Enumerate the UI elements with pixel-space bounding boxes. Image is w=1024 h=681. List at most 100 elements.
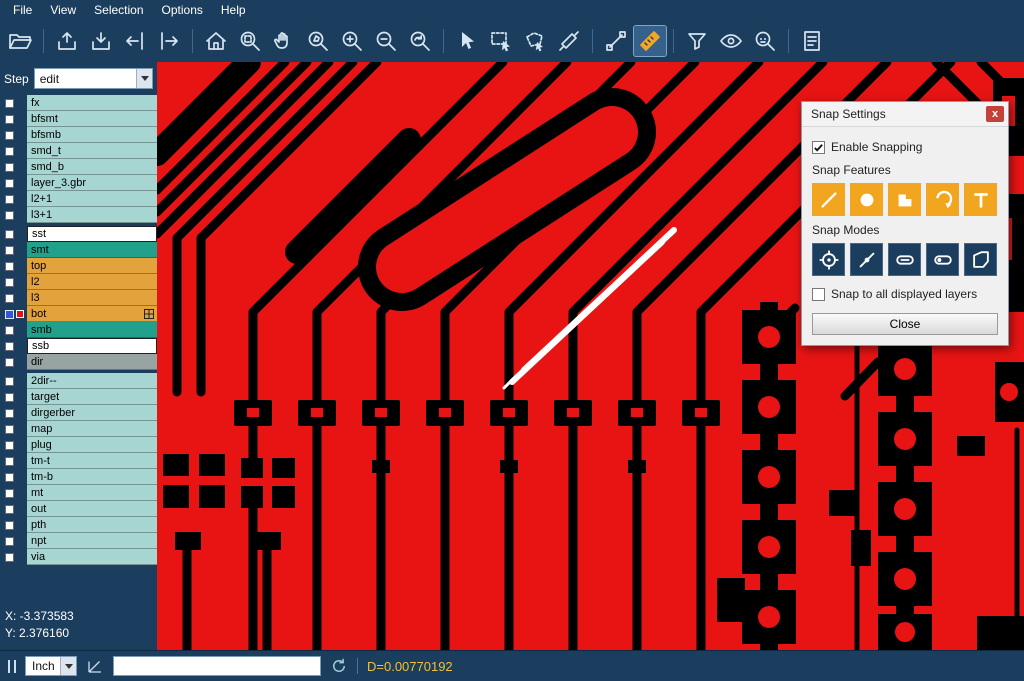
layer-row-bfsmb[interactable]: bfsmb bbox=[0, 127, 157, 143]
layer-row-l3+1[interactable]: l3+1 bbox=[0, 207, 157, 223]
layer-visibility-checkbox[interactable] bbox=[5, 262, 14, 271]
layer-row-ssb[interactable]: ssb bbox=[0, 338, 157, 354]
layer-visibility-checkbox[interactable] bbox=[5, 521, 14, 530]
step-select-caret[interactable] bbox=[136, 69, 152, 88]
net-search-icon[interactable] bbox=[749, 26, 781, 56]
layer-visibility-checkbox[interactable] bbox=[5, 358, 14, 367]
layer-row-bfsmt[interactable]: bfsmt bbox=[0, 111, 157, 127]
menu-item-view[interactable]: View bbox=[41, 1, 85, 19]
draw-line-icon[interactable] bbox=[600, 26, 632, 56]
zoom-in-icon[interactable] bbox=[336, 26, 368, 56]
layer-row-bot[interactable]: bot bbox=[0, 306, 157, 322]
layer-row-dirgerber[interactable]: dirgerber bbox=[0, 405, 157, 421]
layer-row-pth[interactable]: pth bbox=[0, 517, 157, 533]
select-rectangle-icon[interactable] bbox=[485, 26, 517, 56]
zoom-window-icon[interactable] bbox=[234, 26, 266, 56]
layer-row-npt[interactable]: npt bbox=[0, 533, 157, 549]
command-input[interactable] bbox=[113, 656, 321, 676]
layer-row-layer_3.gbr[interactable]: layer_3.gbr bbox=[0, 175, 157, 191]
layer-visibility-checkbox[interactable] bbox=[5, 115, 14, 124]
layer-row-smt[interactable]: smt bbox=[0, 242, 157, 258]
insert-file-icon[interactable] bbox=[85, 26, 117, 56]
layer-row-smd_b[interactable]: smd_b bbox=[0, 159, 157, 175]
snap-center-icon[interactable] bbox=[812, 243, 845, 276]
layer-row-sst[interactable]: sst bbox=[0, 226, 157, 242]
layer-color-swatch[interactable] bbox=[16, 310, 24, 318]
snap-all-layers-row[interactable]: Snap to all displayed layers bbox=[812, 287, 998, 301]
import-file-icon[interactable] bbox=[51, 26, 83, 56]
layer-row-top[interactable]: top bbox=[0, 258, 157, 274]
refresh-icon[interactable] bbox=[330, 657, 348, 675]
snap-surface-icon[interactable] bbox=[888, 183, 921, 216]
menu-item-options[interactable]: Options bbox=[153, 1, 212, 19]
move-left-icon[interactable] bbox=[119, 26, 151, 56]
layer-visibility-checkbox[interactable] bbox=[5, 195, 14, 204]
layer-row-l3[interactable]: l3 bbox=[0, 290, 157, 306]
layer-row-via[interactable]: via bbox=[0, 549, 157, 565]
snap-key-icon[interactable] bbox=[926, 243, 959, 276]
unit-select[interactable]: Inch bbox=[25, 656, 77, 676]
layer-row-map[interactable]: map bbox=[0, 421, 157, 437]
layer-visibility-checkbox[interactable] bbox=[5, 310, 14, 319]
measure-ruler-icon[interactable] bbox=[634, 26, 666, 56]
layer-visibility-checkbox[interactable] bbox=[5, 278, 14, 287]
menu-item-help[interactable]: Help bbox=[212, 1, 255, 19]
measure-diagonal-icon[interactable] bbox=[553, 26, 585, 56]
layer-row-out[interactable]: out bbox=[0, 501, 157, 517]
layer-visibility-checkbox[interactable] bbox=[5, 425, 14, 434]
layer-row-tm-t[interactable]: tm-t bbox=[0, 453, 157, 469]
layer-visibility-checkbox[interactable] bbox=[5, 473, 14, 482]
zoom-previous-icon[interactable] bbox=[404, 26, 436, 56]
layer-row-l2[interactable]: l2 bbox=[0, 274, 157, 290]
pcb-canvas[interactable]: Snap Settings x Enable Snapping Snap Fea… bbox=[157, 62, 1024, 650]
enable-snapping-row[interactable]: Enable Snapping bbox=[812, 140, 998, 154]
snap-dialog-titlebar[interactable]: Snap Settings x bbox=[802, 102, 1008, 127]
move-right-icon[interactable] bbox=[153, 26, 185, 56]
menu-item-selection[interactable]: Selection bbox=[85, 1, 152, 19]
unit-select-caret[interactable] bbox=[60, 657, 76, 675]
layer-visibility-checkbox[interactable] bbox=[5, 99, 14, 108]
layer-visibility-checkbox[interactable] bbox=[5, 409, 14, 418]
enable-snapping-checkbox[interactable] bbox=[812, 141, 825, 154]
layer-visibility-checkbox[interactable] bbox=[5, 294, 14, 303]
filter-icon[interactable] bbox=[681, 26, 713, 56]
layer-row-2dir--[interactable]: 2dir-- bbox=[0, 373, 157, 389]
layer-visibility-checkbox[interactable] bbox=[5, 537, 14, 546]
layer-visibility-checkbox[interactable] bbox=[5, 457, 14, 466]
snap-point-on-line-icon[interactable] bbox=[850, 243, 883, 276]
snap-arc-icon[interactable] bbox=[926, 183, 959, 216]
layer-visibility-checkbox[interactable] bbox=[5, 377, 14, 386]
layer-visibility-checkbox[interactable] bbox=[5, 211, 14, 220]
report-icon[interactable] bbox=[796, 26, 828, 56]
close-icon[interactable]: x bbox=[986, 106, 1004, 122]
layer-visibility-checkbox[interactable] bbox=[5, 230, 14, 239]
layer-visibility-checkbox[interactable] bbox=[5, 489, 14, 498]
layer-row-target[interactable]: target bbox=[0, 389, 157, 405]
snap-text-icon[interactable] bbox=[964, 183, 997, 216]
layer-visibility-checkbox[interactable] bbox=[5, 342, 14, 351]
angle-tool-icon[interactable] bbox=[86, 657, 104, 675]
layer-visibility-checkbox[interactable] bbox=[5, 393, 14, 402]
step-select[interactable]: edit bbox=[34, 68, 153, 89]
layer-visibility-checkbox[interactable] bbox=[5, 179, 14, 188]
zoom-out-icon[interactable] bbox=[370, 26, 402, 56]
layer-row-smd_t[interactable]: smd_t bbox=[0, 143, 157, 159]
snap-slot-icon[interactable] bbox=[888, 243, 921, 276]
home-view-icon[interactable] bbox=[200, 26, 232, 56]
layer-visibility-checkbox[interactable] bbox=[5, 326, 14, 335]
layer-row-tm-b[interactable]: tm-b bbox=[0, 469, 157, 485]
select-polygon-icon[interactable] bbox=[519, 26, 551, 56]
layer-row-plug[interactable]: plug bbox=[0, 437, 157, 453]
layer-visibility-checkbox[interactable] bbox=[5, 246, 14, 255]
show-eye-icon[interactable] bbox=[715, 26, 747, 56]
snap-vertex-icon[interactable] bbox=[964, 243, 997, 276]
layer-row-mt[interactable]: mt bbox=[0, 485, 157, 501]
select-pointer-icon[interactable] bbox=[451, 26, 483, 56]
menu-item-file[interactable]: File bbox=[4, 1, 41, 19]
layer-visibility-checkbox[interactable] bbox=[5, 553, 14, 562]
layer-visibility-checkbox[interactable] bbox=[5, 163, 14, 172]
snap-dialog-close-button[interactable]: Close bbox=[812, 313, 998, 335]
zoom-polygon-icon[interactable] bbox=[302, 26, 334, 56]
snap-line-icon[interactable] bbox=[812, 183, 845, 216]
layer-visibility-checkbox[interactable] bbox=[5, 505, 14, 514]
